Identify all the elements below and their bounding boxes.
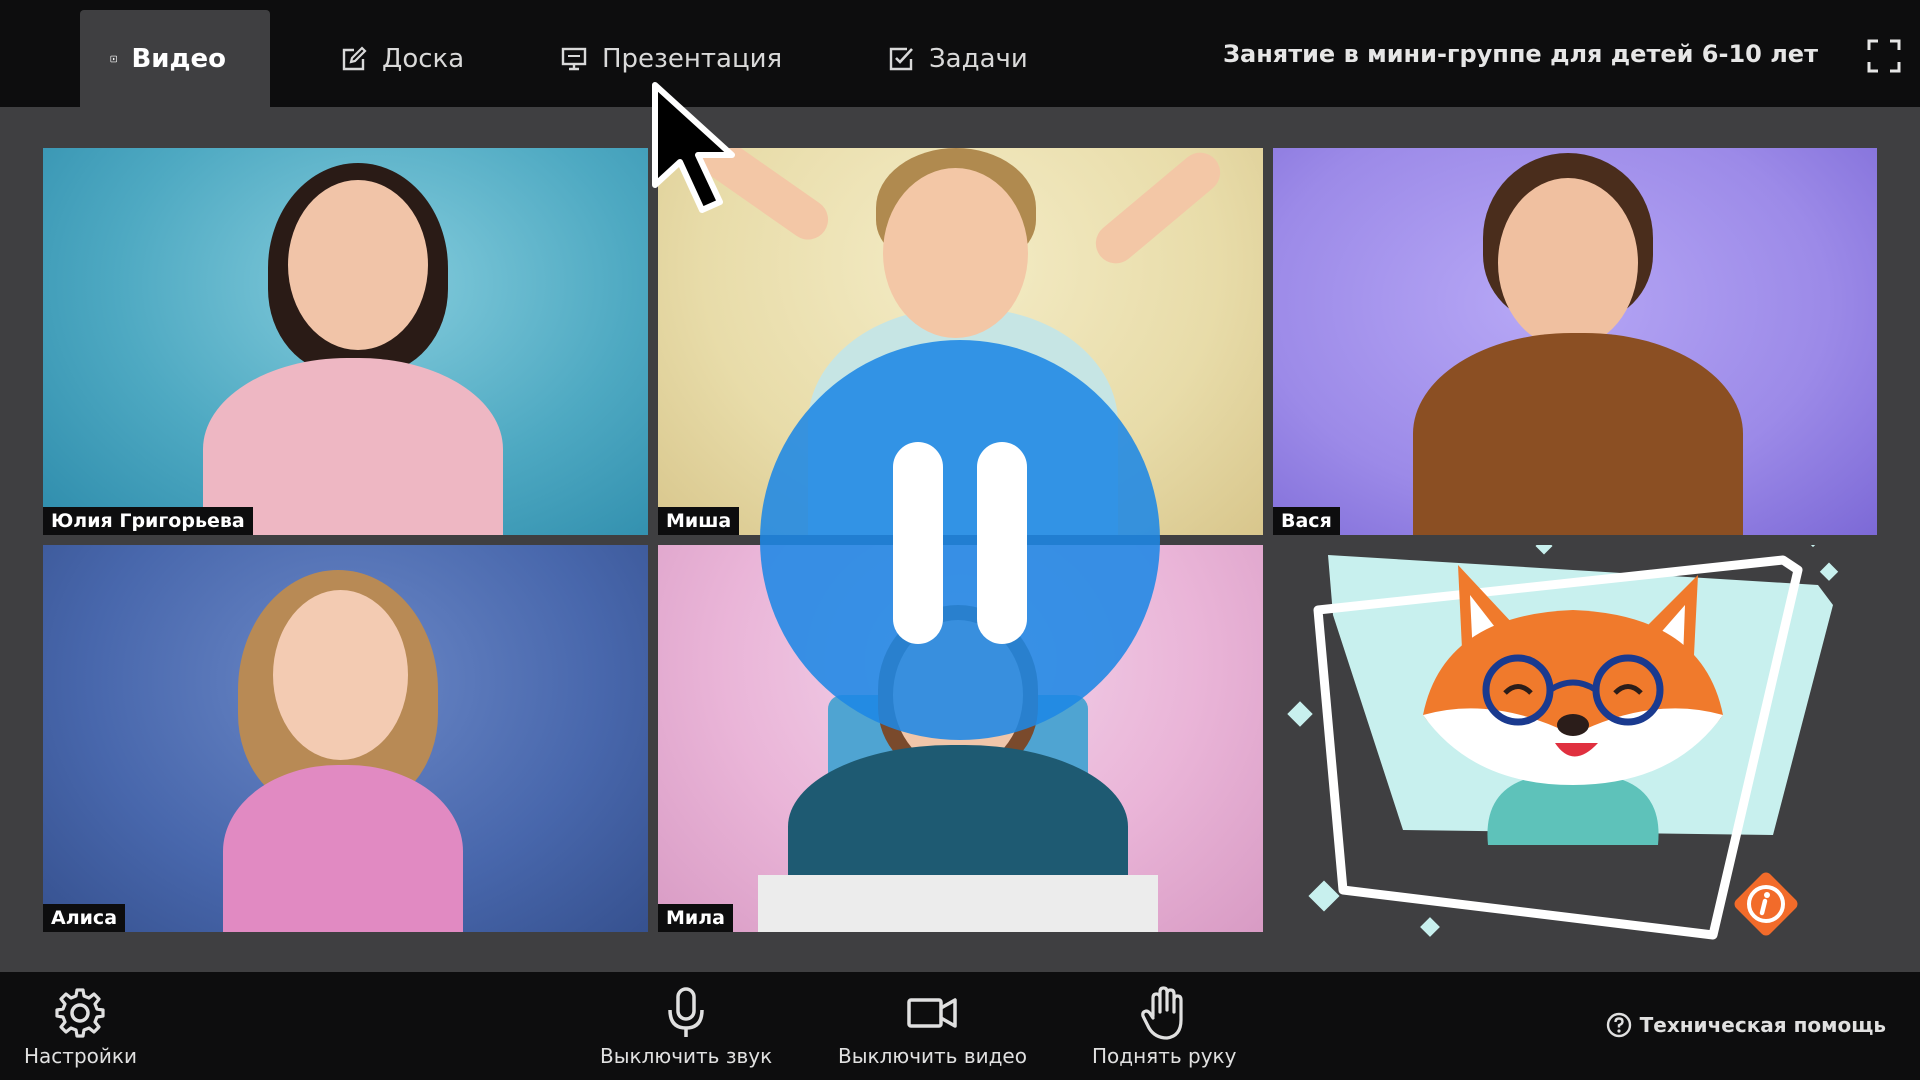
tab-board[interactable]: Доска: [340, 10, 464, 107]
participant-name: Вася: [1273, 507, 1340, 535]
play-square-icon: [110, 55, 117, 62]
hand-icon: [1141, 986, 1183, 1040]
participant-video: [1413, 148, 1753, 535]
presentation-icon: [561, 47, 587, 70]
tech-help-label: Техническая помощь: [1639, 1013, 1886, 1037]
tab-tasks[interactable]: Задачи: [887, 10, 1028, 107]
tab-video-label: Видео: [131, 43, 226, 74]
pause-icon: [977, 442, 1027, 644]
microphone-icon: [668, 987, 704, 1037]
edit-icon: [342, 45, 367, 70]
gear-icon: [55, 988, 106, 1038]
checkbox-icon: [889, 47, 913, 70]
mute-button[interactable]: Выключить звук: [600, 986, 772, 1068]
participant-name: Мила: [658, 904, 733, 932]
tab-tasks-label: Задачи: [929, 43, 1028, 74]
camera-icon: [907, 998, 958, 1028]
top-bar: Видео Доска Презентация Задачи Занятие в…: [0, 0, 1920, 107]
tech-help-link[interactable]: Техническая помощь: [1606, 1012, 1886, 1038]
participant-name: Миша: [658, 507, 740, 535]
video-off-label: Выключить видео: [838, 1044, 1027, 1068]
settings-button[interactable]: Настройки: [24, 986, 137, 1068]
participant-name: Алиса: [43, 904, 126, 932]
raise-hand-label: Поднять руку: [1092, 1044, 1237, 1068]
participant-tile[interactable]: Алиса: [43, 545, 648, 932]
mute-label: Выключить звук: [600, 1044, 773, 1068]
mouse-cursor-icon: [652, 82, 735, 213]
raise-hand-button[interactable]: Поднять руку: [1092, 986, 1236, 1068]
participant-video: [193, 565, 493, 932]
settings-label: Настройки: [24, 1044, 137, 1068]
bottom-control-bar: Настройки Выключить звук Выключить видео…: [0, 972, 1920, 1080]
participant-video: [193, 158, 513, 535]
video-off-button[interactable]: Выключить видео: [838, 986, 1027, 1068]
fullscreen-icon[interactable]: [1866, 38, 1902, 74]
tab-board-label: Доска: [382, 43, 465, 74]
lesson-title: Занятие в мини-группе для детей 6-10 лет: [1222, 40, 1818, 68]
video-lesson-app: Видео Доска Презентация Задачи Занятие в…: [0, 0, 1920, 1080]
tab-video[interactable]: Видео: [80, 10, 270, 107]
tab-presentation-label: Презентация: [602, 43, 783, 74]
participant-name: Юлия Григорьева: [43, 507, 253, 535]
participant-tile-teacher[interactable]: Юлия Григорьева: [43, 148, 648, 535]
question-circle-icon: [1606, 1012, 1631, 1038]
participant-tile[interactable]: Вася: [1273, 148, 1877, 535]
info-icon[interactable]: [1730, 868, 1802, 940]
pause-icon: [893, 442, 943, 644]
pause-button[interactable]: [760, 340, 1160, 740]
